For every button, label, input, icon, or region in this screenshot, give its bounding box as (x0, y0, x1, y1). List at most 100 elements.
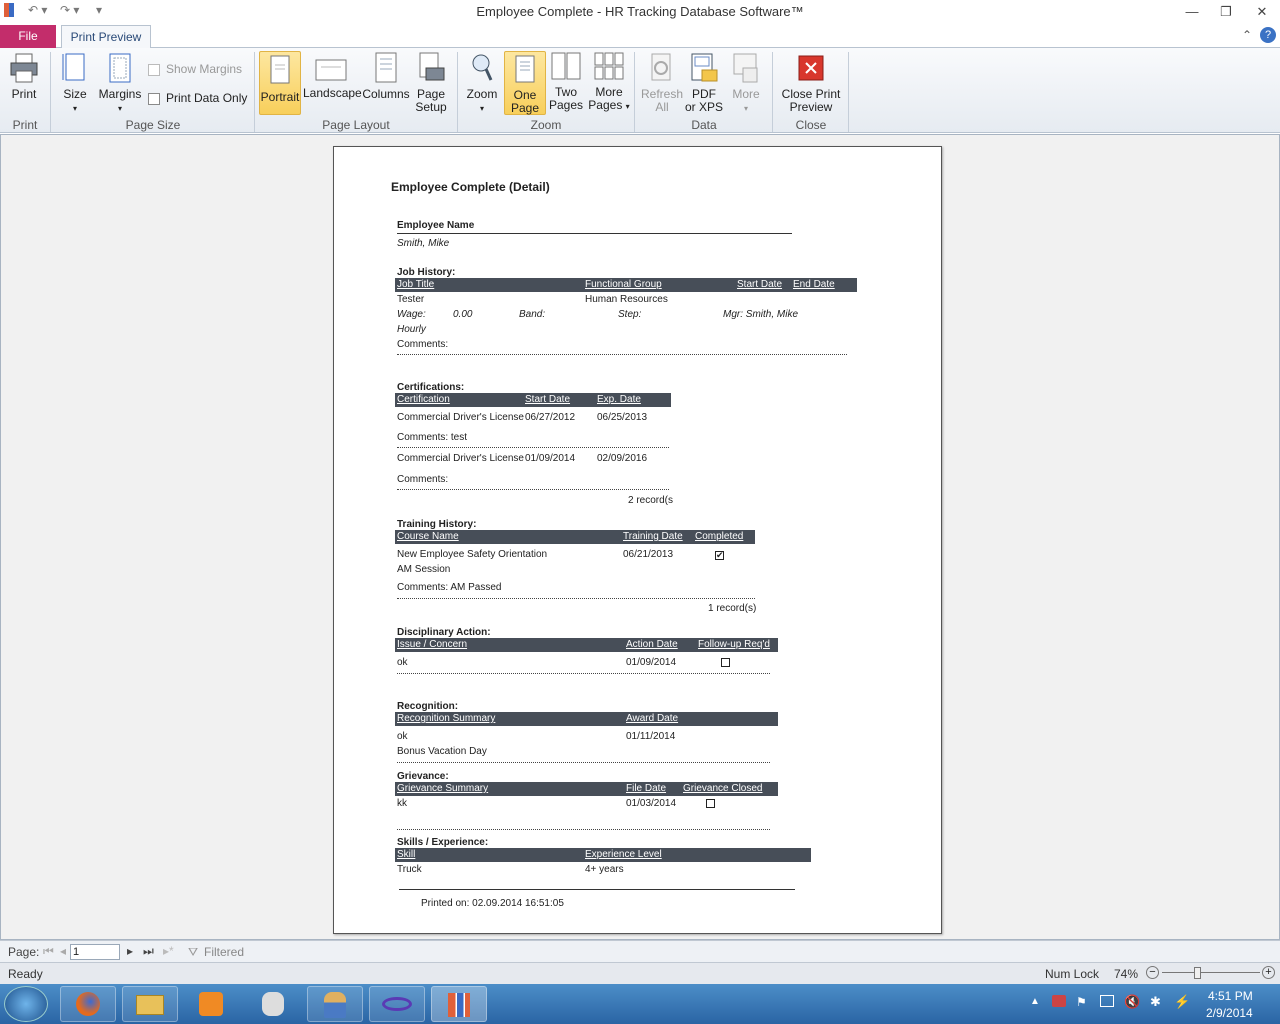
step-label: Step: (618, 309, 642, 320)
tab-print-preview[interactable]: Print Preview (61, 25, 151, 49)
new-record-icon[interactable]: ▸* (163, 944, 174, 958)
clock-date[interactable]: 2/9/2014 (1206, 1006, 1253, 1020)
group-label-page-layout: Page Layout (322, 118, 390, 132)
cert-1-name: Commercial Driver's License (397, 412, 524, 423)
tray-app-icon[interactable] (1052, 995, 1066, 1007)
certifications-heading: Certifications: (397, 382, 465, 393)
volume-muted-icon[interactable]: 🔇 (1124, 994, 1140, 1010)
certifications-count: 2 record(s (628, 495, 674, 506)
experience-level-value: 4+ years (585, 864, 624, 875)
zoom-slider-thumb[interactable] (1193, 967, 1201, 979)
print-data-only-checkbox[interactable]: Print Data Only (148, 91, 247, 105)
employee-name-label: Employee Name (397, 220, 475, 231)
zoom-out-button[interactable]: − (1146, 966, 1159, 979)
last-page-icon[interactable]: ⏭ (143, 944, 154, 959)
firefox-icon[interactable] (60, 986, 116, 1022)
cert-2-name: Commercial Driver's License (397, 453, 524, 464)
zoom-slider-track[interactable] (1162, 972, 1260, 973)
skills-heading: Skills / Experience: (397, 837, 489, 848)
manager-value: Mgr: Smith, Mike (723, 309, 799, 320)
job-history-heading: Job History: (397, 267, 456, 278)
robot-app-icon[interactable] (245, 986, 301, 1022)
network-icon[interactable] (1100, 995, 1114, 1007)
band-label: Band: (519, 309, 546, 320)
printed-on: Printed on: 02.09.2014 16:51:05 (421, 898, 564, 909)
landscape-button[interactable]: Landscape (303, 54, 362, 100)
pdf-xps-button[interactable]: PDF or XPS (684, 52, 724, 114)
cert-2-start: 01/09/2014 (525, 453, 576, 464)
window-title: Employee Complete - HR Tracking Database… (476, 4, 804, 19)
file-explorer-icon[interactable] (122, 986, 178, 1022)
divider (397, 673, 770, 674)
zoom-button[interactable]: Zoom ▾ (464, 52, 500, 115)
close-window-button[interactable]: ✕ (1248, 2, 1276, 22)
help-icon[interactable]: ? (1260, 27, 1276, 43)
col-functional-group: Functional Group (585, 279, 662, 290)
media-player-icon[interactable] (183, 986, 239, 1022)
power-icon[interactable]: ⚡ (1174, 994, 1190, 1010)
group-label-page-size: Page Size (125, 118, 181, 132)
refresh-all-button[interactable]: Refresh All (640, 52, 684, 114)
page-number-input[interactable]: 1 (70, 944, 120, 960)
more-data-button[interactable]: More ▾ (726, 52, 766, 115)
show-hidden-icons[interactable]: ▲ (1030, 996, 1040, 1007)
restore-button[interactable]: ❐ (1212, 2, 1240, 22)
minimize-button[interactable]: — (1178, 2, 1206, 22)
filtered-indicator[interactable]: Filtered (204, 945, 244, 959)
print-button[interactable]: Print (6, 52, 42, 101)
divider (397, 762, 770, 763)
grievance-heading: Grievance: (397, 771, 449, 782)
status-bar: Ready Num Lock 74% − + (0, 962, 1280, 984)
wage-label: Wage: (397, 309, 426, 320)
first-page-icon[interactable]: ⏮ (43, 944, 54, 959)
footer-divider (399, 889, 795, 890)
size-button[interactable]: Size ▾ (58, 52, 92, 115)
previous-page-icon[interactable]: ◂ (60, 944, 66, 958)
tab-file[interactable]: File (0, 25, 56, 48)
job-history-header: Job Title Functional Group Start Date En… (395, 278, 857, 292)
portrait-button[interactable]: Portrait (259, 51, 301, 115)
margins-button[interactable]: Margins ▾ (98, 52, 142, 115)
divider (397, 447, 669, 448)
col-job-title: Job Title (397, 279, 435, 290)
session-value: AM Session (397, 564, 451, 575)
page-setup-button[interactable]: Page Setup (411, 52, 451, 114)
two-pages-button[interactable]: Two Pages (547, 52, 585, 112)
bluetooth-icon[interactable]: ✱ (1150, 994, 1161, 1010)
cert-1-exp: 06/25/2013 (597, 412, 648, 423)
col-end-date: End Date (793, 279, 835, 290)
zoom-percentage[interactable]: 74% (1114, 967, 1138, 981)
col-action-date: Action Date (626, 639, 678, 650)
cert-1-comments: Comments: test (397, 432, 468, 443)
infinity-app-icon[interactable] (369, 986, 425, 1022)
group-divider (254, 52, 255, 132)
ribbon-collapse-icon[interactable]: ⌃ (1242, 28, 1252, 42)
action-center-icon[interactable]: ⚑ (1076, 995, 1087, 1009)
col-training-date: Training Date (623, 531, 683, 542)
start-button[interactable] (4, 986, 48, 1022)
col-issue-concern: Issue / Concern (397, 639, 468, 650)
clock-time[interactable]: 4:51 PM (1208, 989, 1253, 1003)
cert-2-comments: Comments: (397, 474, 449, 485)
col-completed: Completed (695, 531, 744, 542)
hr-tracking-app-icon[interactable] (431, 986, 487, 1022)
more-pages-button[interactable]: More Pages ▾ (588, 52, 630, 113)
skills-header: Skill Experience Level (395, 848, 811, 862)
job-title-value: Tester (397, 294, 425, 305)
columns-button[interactable]: Columns (361, 52, 411, 101)
recognition-header: Recognition Summary Award Date (395, 712, 778, 726)
user-app-icon[interactable] (307, 986, 363, 1022)
next-page-icon[interactable]: ▸ (127, 944, 133, 958)
show-margins-checkbox[interactable]: Show Margins (148, 62, 242, 76)
windows-taskbar: ▲ ⚑ 🔇 ✱ ⚡ 4:51 PM 2/9/2014 (0, 984, 1280, 1024)
functional-group-value: Human Resources (585, 294, 668, 305)
one-page-button[interactable]: One Page (504, 51, 546, 115)
col-recognition-summary: Recognition Summary (397, 713, 496, 724)
zoom-in-button[interactable]: + (1262, 966, 1275, 979)
filter-icon[interactable]: ⛛ (188, 945, 198, 960)
pay-type-value: Hourly (397, 324, 426, 335)
close-print-preview-button[interactable]: Close Print Preview (776, 52, 846, 114)
one-page-icon (515, 55, 535, 83)
two-pages-icon (551, 52, 581, 80)
report-page: Employee Complete (Detail) Employee Name… (333, 146, 942, 934)
